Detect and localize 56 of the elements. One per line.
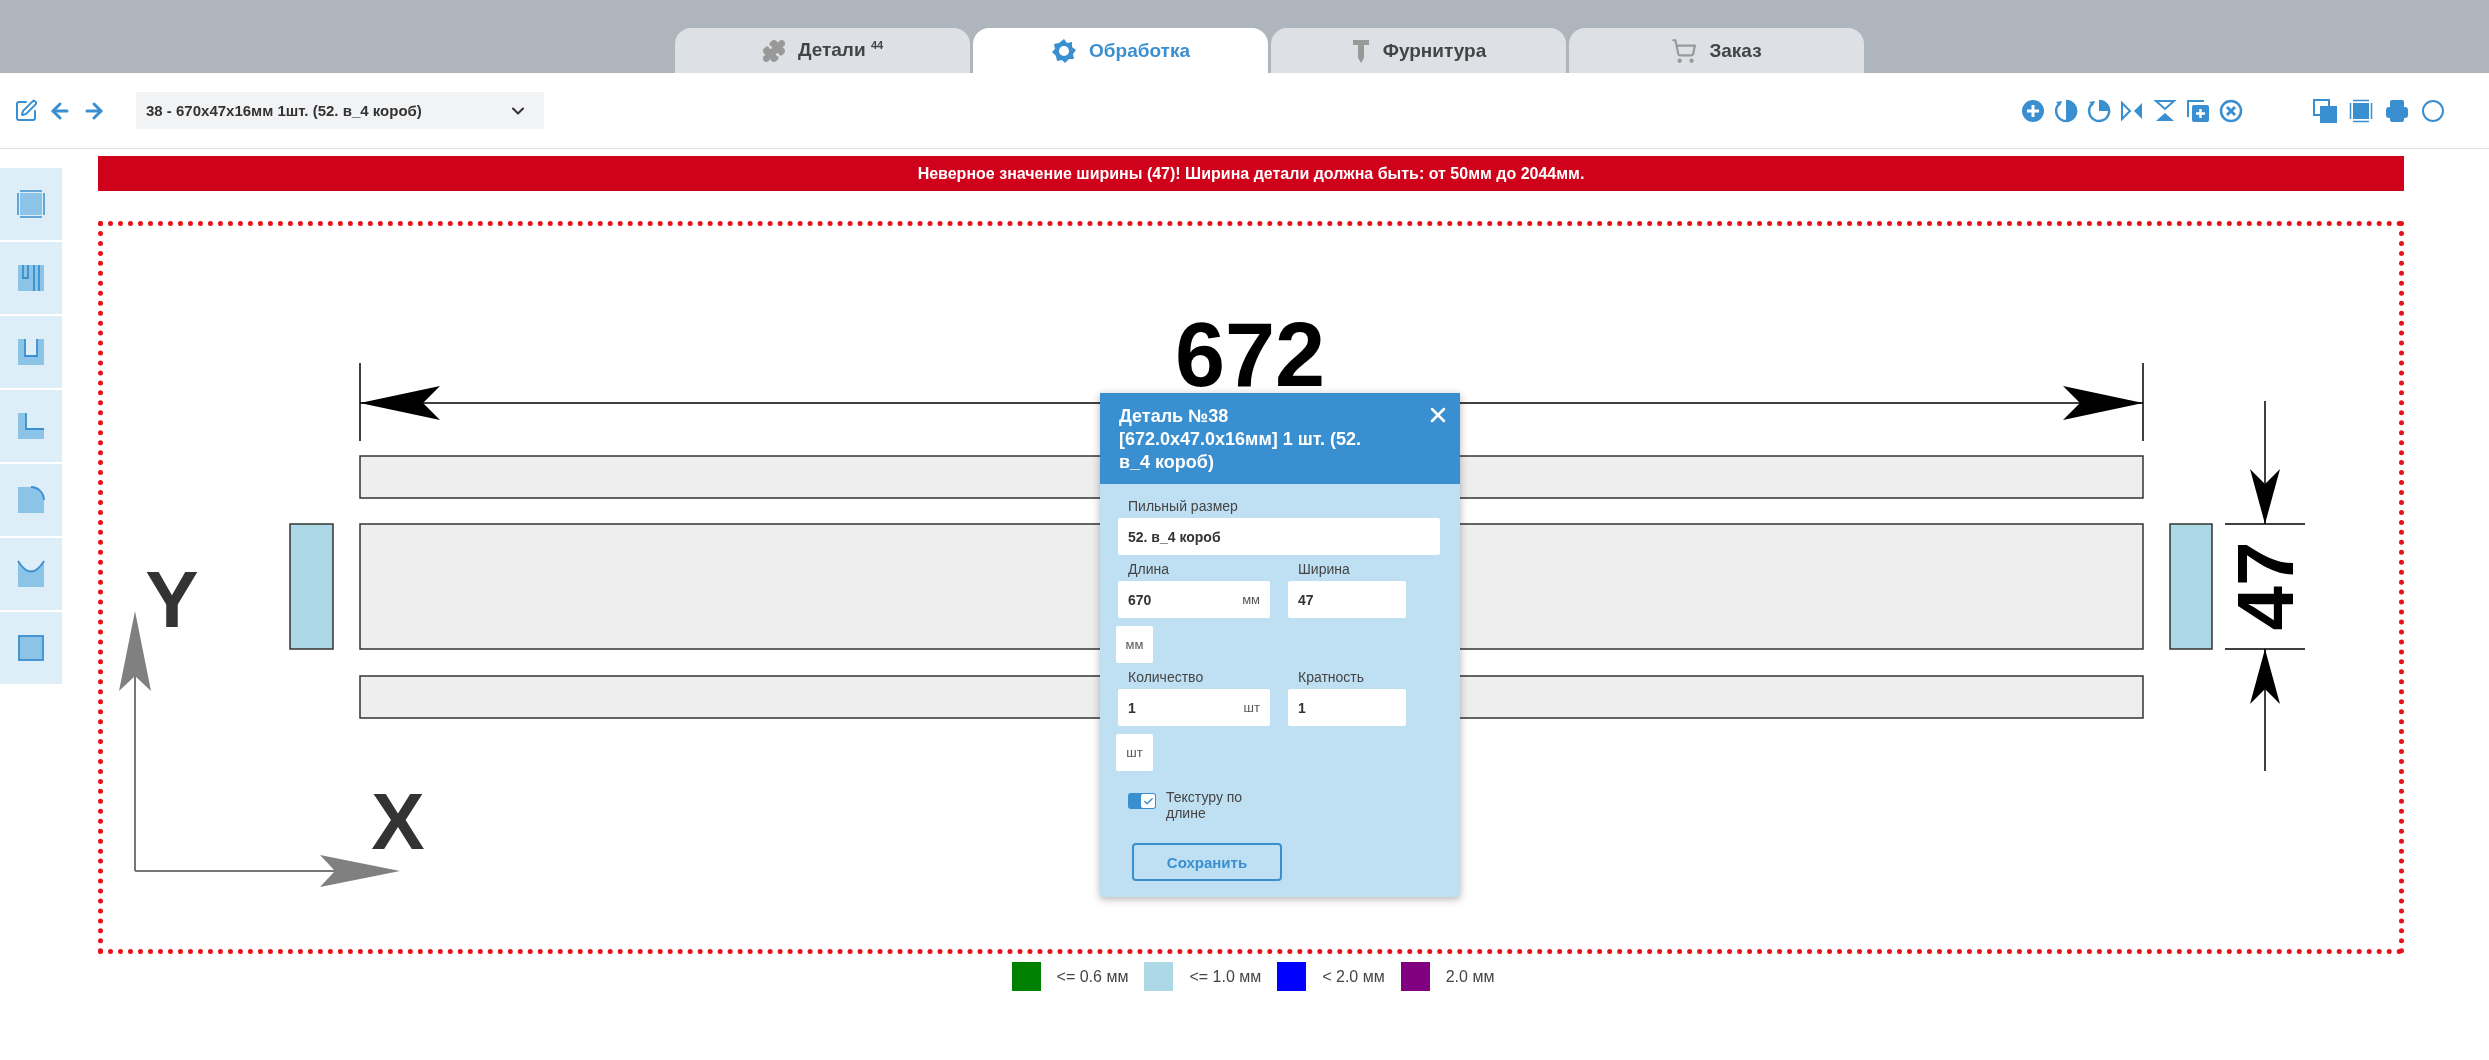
input-field[interactable]: 670 мм	[1118, 581, 1270, 618]
axis-label: X	[371, 777, 425, 866]
detail-select[interactable]: 38 - 670x47x16мм 1шт. (52. в_4 короб)	[136, 92, 544, 129]
input-field[interactable]: 1	[1288, 689, 1406, 726]
legend-label: <= 1.0 мм	[1189, 967, 1262, 986]
tool-button[interactable]	[0, 242, 62, 314]
frame-icon	[17, 190, 45, 218]
rectangle-icon	[17, 634, 45, 662]
tool-button[interactable]	[0, 168, 62, 240]
tool-button[interactable]	[0, 316, 62, 388]
dialog-title: Деталь №38 [672.0x47.0x16мм] 1 шт. (52. в_4 короб)	[1119, 405, 1362, 474]
tab[interactable]: Детали $^{44}$	[675, 28, 970, 73]
rotate-left-icon[interactable]	[2054, 98, 2078, 123]
frame-icon[interactable]	[2349, 98, 2373, 123]
grooves-icon	[17, 264, 45, 292]
copy-add-icon[interactable]	[2186, 98, 2210, 123]
cart-icon	[1671, 37, 1698, 64]
arc-cut-icon	[17, 560, 45, 588]
unit-box: мм	[1116, 626, 1153, 663]
toggle-switch[interactable]	[1128, 793, 1156, 809]
flip-horizontal-icon[interactable]	[2120, 98, 2144, 123]
dimension-label: 672	[1174, 305, 1326, 405]
field-label: Пильный размер	[1128, 498, 1239, 514]
field-label: Кратность	[1298, 669, 1366, 685]
field-label: Количество	[1128, 669, 1205, 685]
edit-icon[interactable]	[14, 98, 38, 123]
add-icon[interactable]	[2021, 98, 2045, 123]
check-icon	[1142, 795, 1154, 807]
axis-label: Y	[145, 555, 199, 644]
tab[interactable]: Фурнитура	[1271, 28, 1566, 73]
saw-blade-icon	[1051, 37, 1078, 64]
rotate-right-icon[interactable]	[2087, 98, 2111, 123]
input-field[interactable]: 1 шт	[1118, 689, 1270, 726]
remove-icon[interactable]	[2219, 98, 2243, 123]
input-field[interactable]: 52. в_4 короб	[1118, 518, 1440, 555]
rounded-corner-icon	[17, 486, 45, 514]
printer-icon[interactable]	[2385, 98, 2409, 123]
layers-icon[interactable]	[2313, 98, 2337, 123]
screw-icon	[1350, 37, 1371, 64]
legend-label: <= 0.6 мм	[1056, 967, 1129, 986]
slot-icon	[17, 338, 45, 366]
legend-label: 2.0 мм	[1445, 967, 1495, 986]
tab[interactable]: Заказ	[1569, 28, 1864, 73]
unit-box: шт	[1116, 734, 1153, 771]
error-banner: Неверное значение ширины (47)! Ширина детали должна быть: от 50мм до 2044мм.	[98, 156, 2404, 191]
flip-vertical-icon[interactable]	[2153, 98, 2177, 123]
circle-icon[interactable]	[2421, 98, 2445, 123]
corner-cut-icon	[17, 412, 45, 440]
field-label: Длина	[1128, 561, 1170, 577]
legend-label: < 2.0 мм	[1322, 967, 1385, 986]
input-field[interactable]: 47	[1288, 581, 1406, 618]
puzzle-icon	[761, 38, 786, 63]
toggle-label: Текстуру по длине	[1166, 789, 1244, 821]
field-label: Ширина	[1298, 561, 1351, 577]
dimension-label: 47	[2221, 541, 2310, 631]
tool-button[interactable]	[0, 612, 62, 684]
